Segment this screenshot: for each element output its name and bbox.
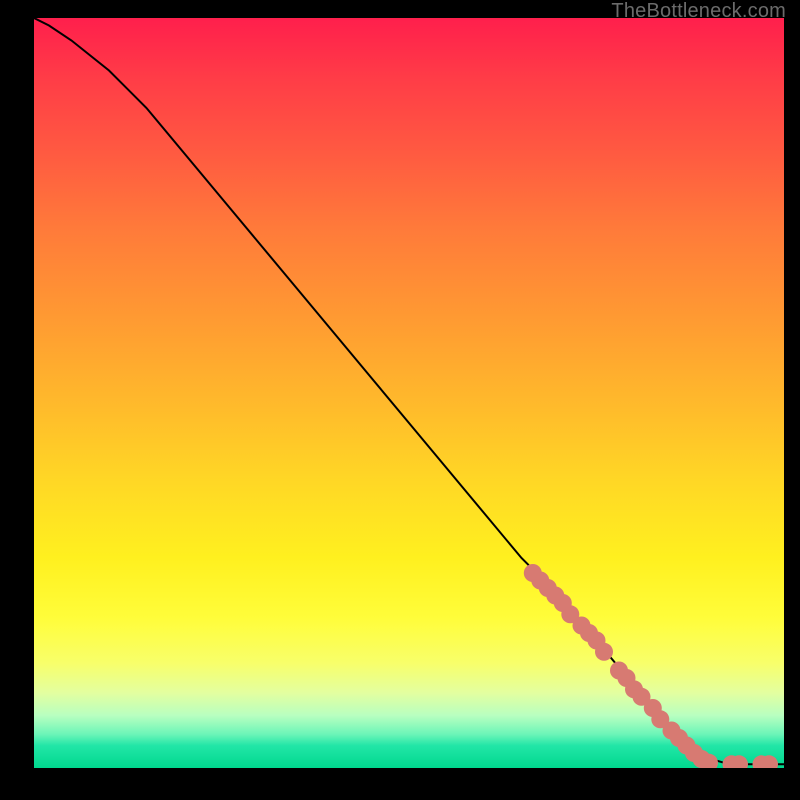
scatter-dot (595, 643, 613, 661)
chart-frame: TheBottleneck.com (0, 0, 800, 800)
plot-area (34, 18, 784, 768)
scatter-dots (524, 564, 778, 768)
attribution-text: TheBottleneck.com (611, 0, 786, 23)
curve-line (34, 18, 784, 764)
curve-layer (34, 18, 784, 768)
